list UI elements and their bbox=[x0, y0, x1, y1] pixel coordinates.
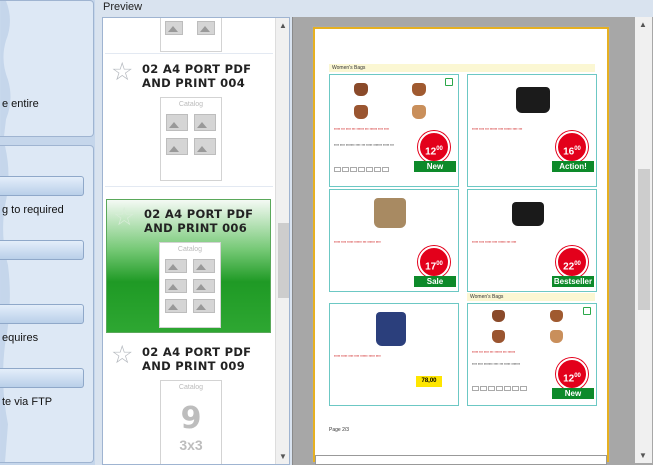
favorite-star-icon[interactable]: ☆ bbox=[111, 343, 133, 368]
product-description: ▪▪▪▪▪ ▪▪▪▪▪ ▪▪▪▪ ▪▪▪▪ ▪▪▪▪▪▪ ▪▪▪▪▪ ▪▪▪▪ bbox=[334, 354, 381, 358]
option-button-3[interactable] bbox=[0, 304, 84, 324]
status-badge: New bbox=[552, 388, 594, 399]
product-cell: ▪▪▪▪▪ ▪▪▪ ▪▪▪▪ ▪▪▪ ▪▪▪▪▪▪ ▪▪▪ ▪▪▪▪▪▪ ▪▪▪… bbox=[329, 74, 459, 187]
template-title: 02 A4 PORT PDF AND PRINT 006 bbox=[144, 207, 254, 235]
page-number: Page 2/3 bbox=[329, 427, 350, 433]
torn-edge bbox=[0, 1, 11, 136]
product-icons bbox=[472, 386, 527, 391]
price-badge: 1600 bbox=[556, 131, 588, 163]
next-page-edge bbox=[315, 455, 607, 465]
price-badge: 1700 bbox=[418, 246, 450, 278]
template-preview: Catalog 9 3x3 bbox=[160, 380, 222, 464]
product-description: ▪▪▪▪▪ ▪▪▪ ▪▪▪▪ ▪▪▪ ▪▪▪▪▪▪ ▪▪▪ ▪▪▪▪▪▪ ▪▪▪… bbox=[334, 127, 389, 131]
product-image bbox=[376, 312, 406, 346]
catalog-page: Women's Bags ▪▪▪▪▪ ▪▪▪ ▪▪▪▪ ▪▪▪ ▪▪▪▪▪▪ ▪… bbox=[313, 27, 609, 462]
product-description: ▪▪▪▪▪ ▪▪▪▪ ▪▪▪ ▪▪▪▪▪▪ ▪▪▪▪ ▪▪▪▪▪▪ ▪▪▪▪ ▪… bbox=[472, 127, 523, 131]
product-details: ▪▪▪▪ ▪▪▪▪ ▪▪▪▪▪▪▪ ▪▪▪▪ ▪▪▪ ▪▪▪▪▪ ▪▪▪▪▪▪▪ bbox=[472, 362, 521, 366]
product-description: ▪▪▪▪▪ ▪▪▪▪ ▪▪▪▪▪ ▪▪▪▪▪▪ ▪▪▪ ▪▪▪▪▪▪ ▪▪▪▪ bbox=[334, 240, 381, 244]
product-cell: ▪▪▪▪▪ ▪▪▪ ▪▪▪▪ ▪▪▪ ▪▪▪▪▪▪ ▪▪▪ ▪▪▪▪▪▪ ▪▪▪… bbox=[467, 303, 597, 406]
product-cell: ▪▪▪▪▪ ▪▪▪▪ ▪▪▪ ▪▪▪▪▪▪ ▪▪▪▪ ▪▪▪▪▪▪ ▪▪▪▪ ▪… bbox=[467, 74, 597, 187]
product-image bbox=[412, 105, 426, 119]
product-cell: ▪▪▪▪▪ ▪▪▪▪ ▪▪▪▪▪ ▪▪▪▪ ▪▪▪▪▪▪ ▪▪▪ ▪▪▪▪ 22… bbox=[467, 189, 597, 292]
preview-header: Preview bbox=[96, 0, 653, 16]
product-image bbox=[516, 87, 550, 113]
external-link-icon[interactable] bbox=[583, 307, 591, 315]
template-caption: Catalog bbox=[177, 246, 203, 253]
template-item-004[interactable]: ☆ 02 A4 PORT PDF AND PRINT 004 Catalog bbox=[105, 55, 273, 187]
product-description: ▪▪▪▪▪ ▪▪▪▪ ▪▪▪▪▪ ▪▪▪▪ ▪▪▪▪▪▪ ▪▪▪ ▪▪▪▪ bbox=[472, 240, 517, 244]
option-button-2[interactable] bbox=[0, 240, 84, 260]
option-button-4[interactable] bbox=[0, 368, 84, 388]
status-badge: Sale bbox=[414, 276, 456, 287]
scroll-down-icon[interactable]: ▼ bbox=[279, 452, 287, 461]
option-text-entire: e entire bbox=[2, 98, 39, 110]
scroll-down-icon[interactable]: ▼ bbox=[639, 451, 647, 460]
price-badge: 2200 bbox=[556, 246, 588, 278]
left-panel: e entire g to required equires te via FT… bbox=[0, 0, 95, 465]
status-badge: Bestseller bbox=[552, 276, 594, 287]
options-group-bottom: g to required equires te via FTP bbox=[0, 145, 94, 463]
product-image bbox=[492, 330, 505, 343]
option-text-ftp: te via FTP bbox=[2, 396, 53, 408]
price-label: 78,00 bbox=[416, 376, 442, 387]
template-caption: Catalog bbox=[178, 101, 204, 108]
template-preview bbox=[160, 18, 222, 52]
product-details: ▪▪▪▪ ▪▪▪▪ ▪▪▪▪▪▪▪ ▪▪▪▪ ▪▪▪ ▪▪▪▪▪ ▪▪▪▪▪▪▪… bbox=[334, 143, 394, 147]
favorite-star-icon[interactable]: ☆ bbox=[113, 205, 135, 230]
product-image bbox=[354, 105, 368, 119]
option-text-required: g to required bbox=[2, 204, 64, 216]
price-badge: 1200 bbox=[418, 131, 450, 163]
template-title: 02 A4 PORT PDF AND PRINT 009 bbox=[142, 345, 252, 373]
scroll-up-icon[interactable]: ▲ bbox=[639, 20, 647, 29]
grid-size-label: 9 bbox=[180, 401, 202, 436]
product-image bbox=[412, 83, 426, 96]
page-preview-area[interactable]: Women's Bags ▪▪▪▪▪ ▪▪▪ ▪▪▪▪ ▪▪▪ ▪▪▪▪▪▪ ▪… bbox=[292, 17, 653, 465]
product-image bbox=[512, 202, 544, 226]
preview-scrollbar[interactable]: ▲ ▼ bbox=[635, 17, 652, 463]
favorite-star-icon[interactable]: ☆ bbox=[111, 60, 133, 85]
price-badge: 1200 bbox=[556, 358, 588, 390]
template-preview: Catalog bbox=[160, 97, 222, 181]
scroll-up-icon[interactable]: ▲ bbox=[279, 21, 287, 30]
grid-size-sub-label: 3x3 bbox=[179, 437, 203, 453]
external-link-icon[interactable] bbox=[445, 78, 453, 86]
product-image bbox=[492, 310, 505, 322]
section-header: Women's Bags bbox=[467, 293, 595, 301]
product-image bbox=[550, 310, 563, 322]
status-badge: Action! bbox=[552, 161, 594, 172]
product-cell: ▪▪▪▪▪ ▪▪▪▪ ▪▪▪▪▪ ▪▪▪▪▪▪ ▪▪▪ ▪▪▪▪▪▪ ▪▪▪▪ … bbox=[329, 189, 459, 292]
product-image bbox=[374, 198, 406, 228]
product-icons bbox=[334, 167, 389, 172]
product-description: ▪▪▪▪▪ ▪▪▪ ▪▪▪▪ ▪▪▪ ▪▪▪▪▪▪ ▪▪▪ ▪▪▪▪▪▪ bbox=[472, 350, 516, 354]
template-item[interactable] bbox=[105, 18, 273, 54]
product-image bbox=[550, 330, 563, 343]
scrollbar-thumb[interactable] bbox=[278, 223, 289, 298]
product-cell: ▪▪▪▪▪ ▪▪▪▪▪ ▪▪▪▪ ▪▪▪▪ ▪▪▪▪▪▪ ▪▪▪▪▪ ▪▪▪▪ … bbox=[329, 303, 459, 406]
preview-title: Preview bbox=[103, 1, 143, 13]
template-item-006-selected[interactable]: ☆ 02 A4 PORT PDF AND PRINT 006 Catalog bbox=[106, 199, 271, 333]
status-badge: New bbox=[414, 161, 456, 172]
template-caption: Catalog bbox=[178, 384, 204, 391]
options-group-top: e entire bbox=[0, 0, 94, 137]
template-item-009[interactable]: ☆ 02 A4 PORT PDF AND PRINT 009 Catalog 9… bbox=[105, 338, 273, 464]
template-thumbnail-list[interactable]: ☆ 02 A4 PORT PDF AND PRINT 004 Catalog ☆… bbox=[102, 17, 290, 465]
template-title: 02 A4 PORT PDF AND PRINT 004 bbox=[142, 62, 252, 90]
section-header: Women's Bags bbox=[329, 64, 595, 72]
product-image bbox=[354, 83, 368, 96]
option-text-requires: equires bbox=[2, 332, 39, 344]
thumbnail-scrollbar[interactable]: ▲ ▼ bbox=[275, 18, 289, 464]
option-button-1[interactable] bbox=[0, 176, 84, 196]
scrollbar-thumb[interactable] bbox=[638, 169, 650, 310]
template-preview: Catalog bbox=[159, 242, 221, 328]
